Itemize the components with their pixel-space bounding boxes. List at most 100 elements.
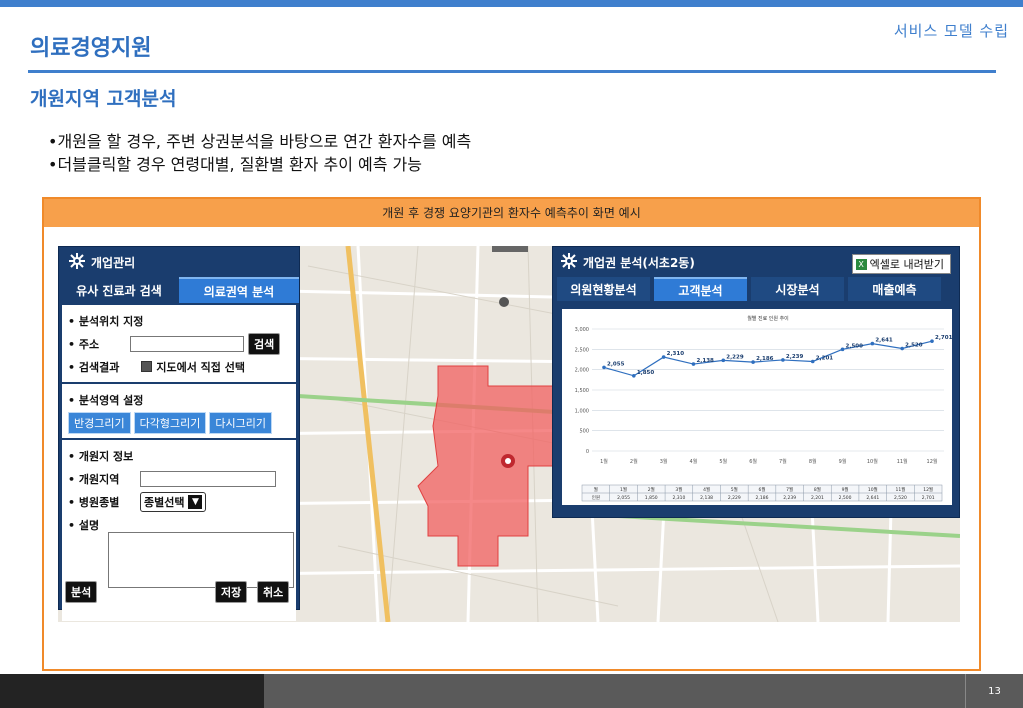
page-title: 의료경영지원 (30, 36, 152, 61)
y-tick-label: 2,500 (575, 347, 589, 353)
table-value-cell: 2,641 (866, 495, 879, 501)
x-tick-label: 12월 (927, 458, 938, 465)
description-list: •개원을 할 경우, 주변 상권분석을 바탕으로 연간 환자수를 예측 •더블클… (48, 130, 471, 176)
table-header-cell: 5월 (731, 486, 738, 493)
panel-tabs: 유사 진료과 검색 의료권역 분석 (59, 277, 299, 303)
table-value-cell: 2,229 (728, 495, 741, 501)
excel-icon: X (855, 258, 867, 270)
section-label: 서비스 모델 수립 (893, 22, 1009, 40)
data-point (632, 373, 636, 378)
area-section: • 분석영역 설정 반경그리기 다각형그리기 다시그리기 (62, 384, 296, 438)
table-header-cell: 7월 (786, 486, 793, 493)
table-header-cell: 11월 (896, 486, 906, 493)
save-button[interactable]: 저장 (215, 581, 248, 603)
table-value-cell: 2,138 (700, 495, 713, 501)
tab-customer-analysis[interactable]: 고객분석 (654, 277, 747, 301)
arrow-down-icon: ▼ (188, 494, 203, 509)
data-point (751, 360, 755, 364)
cancel-button[interactable]: 취소 (257, 581, 290, 603)
hospital-type-label: • 병원종별 (68, 495, 120, 509)
panel-title: 개업관리 (91, 255, 136, 270)
analyze-button[interactable]: 분석 (65, 581, 98, 603)
search-button[interactable]: 검색 (248, 332, 281, 355)
x-tick-label: 2월 (630, 458, 638, 465)
data-point (900, 346, 904, 351)
redraw-button[interactable]: 다시그리기 (209, 411, 272, 434)
tab-market-analysis[interactable]: 시장분석 (751, 277, 844, 301)
data-point (602, 365, 606, 370)
x-tick-label: 5월 (719, 458, 727, 465)
table-header-cell: 3월 (675, 486, 682, 493)
result-label: • 검색결과 (68, 360, 120, 374)
data-point (810, 359, 815, 364)
y-tick-label: 2,000 (575, 368, 589, 374)
example-caption: 개원 후 경쟁 요양기관의 환자수 예측추이 화면 예시 (44, 199, 979, 227)
tab-medical-area-analysis[interactable]: 의료권역 분석 (179, 277, 299, 303)
address-input[interactable] (130, 335, 244, 352)
x-tick-label: 8월 (809, 458, 817, 465)
table-value-cell: 2,500 (839, 495, 852, 501)
tab-sales-forecast[interactable]: 매출예측 (848, 277, 941, 301)
page-number: 13 (965, 674, 1023, 708)
footer-accent (0, 674, 264, 708)
data-label: 2,186 (756, 356, 774, 362)
data-point (870, 341, 875, 346)
tab-clinic-status[interactable]: 의원현황분석 (557, 277, 650, 301)
excel-download-label: 엑셀로 내려받기 (869, 258, 944, 271)
x-tick-label: 10월 (867, 458, 878, 465)
description-item: •개원을 할 경우, 주변 상권분석을 바탕으로 연간 환자수를 예측 (48, 132, 472, 151)
x-tick-label: 7월 (779, 458, 787, 465)
panel-header: 개업권 분석(서초2동) X 엑셀로 내려받기 (553, 247, 959, 277)
data-label: 2,201 (816, 355, 834, 361)
table-header-cell: 1월 (620, 486, 627, 493)
panel-title: 개업권 분석(서초2동) (583, 255, 695, 270)
table-header-cell: 월 (594, 486, 598, 493)
analysis-tabs: 의원현황분석 고객분석 시장분석 매출예측 (553, 277, 959, 301)
data-label: 2,229 (726, 354, 744, 360)
section-heading: • 분석영역 설정 (68, 393, 144, 407)
data-point (661, 355, 666, 359)
table-value-cell: 2,055 (617, 495, 630, 501)
description-label: • 설명 (68, 518, 100, 532)
table-header-cell: 10월 (868, 486, 878, 493)
market-analysis-panel: 개업권 분석(서초2동) X 엑셀로 내려받기 의원현황분석 고객분석 시장분석… (552, 246, 960, 518)
data-label: 2,239 (786, 354, 804, 360)
description-textarea[interactable] (108, 532, 294, 588)
table-value-cell: 2,310 (672, 495, 685, 501)
data-label: 1,850 (637, 370, 655, 376)
title-divider (28, 70, 996, 73)
data-label: 2,138 (696, 358, 714, 364)
x-tick-label: 6월 (749, 458, 757, 465)
polygon-draw-button[interactable]: 다각형그리기 (133, 411, 207, 434)
y-tick-label: 0 (586, 449, 589, 455)
table-value-cell: 1,850 (645, 495, 658, 501)
data-label: 2,520 (905, 343, 923, 349)
table-value-cell: 2,186 (756, 495, 769, 501)
hospital-type-select[interactable]: 종별선택 ▼ (140, 491, 207, 512)
data-label: 2,055 (607, 361, 625, 367)
table-header-cell: 2월 (648, 486, 655, 493)
data-label: 2,641 (875, 338, 893, 344)
opening-management-panel: 개업관리 유사 진료과 검색 의료권역 분석 • 분석위치 지정 • 주소 검색… (58, 246, 300, 621)
map-select-checkbox[interactable] (141, 361, 153, 372)
top-accent-bar (0, 0, 1023, 7)
chart-svg: 월별 진료 인원 추이 0 500 1,000 1,500 2,000 2,500 3,000… (575, 315, 953, 502)
y-tick-label: 1,500 (575, 388, 589, 394)
region-input[interactable] (140, 470, 276, 487)
x-tick-label: 1월 (600, 458, 608, 465)
data-label: 2,310 (667, 351, 685, 357)
excel-download-button[interactable]: X 엑셀로 내려받기 (851, 254, 951, 274)
data-point (930, 339, 934, 343)
region-label: • 개원지역 (68, 472, 120, 486)
table-header-cell: 9월 (842, 486, 849, 493)
data-point (781, 358, 785, 362)
gear-icon (561, 252, 577, 272)
tab-similar-department[interactable]: 유사 진료과 검색 (59, 277, 179, 303)
x-tick-label: 9월 (839, 458, 847, 465)
map-select-label: 지도에서 직접 선택 (156, 360, 245, 374)
table-value-cell: 2,239 (783, 495, 796, 501)
radius-draw-button[interactable]: 반경그리기 (68, 411, 131, 434)
panel-header: 개업관리 (59, 247, 299, 277)
table-value-cell: 2,520 (894, 495, 907, 501)
section-heading: • 개원지 정보 (68, 449, 134, 463)
